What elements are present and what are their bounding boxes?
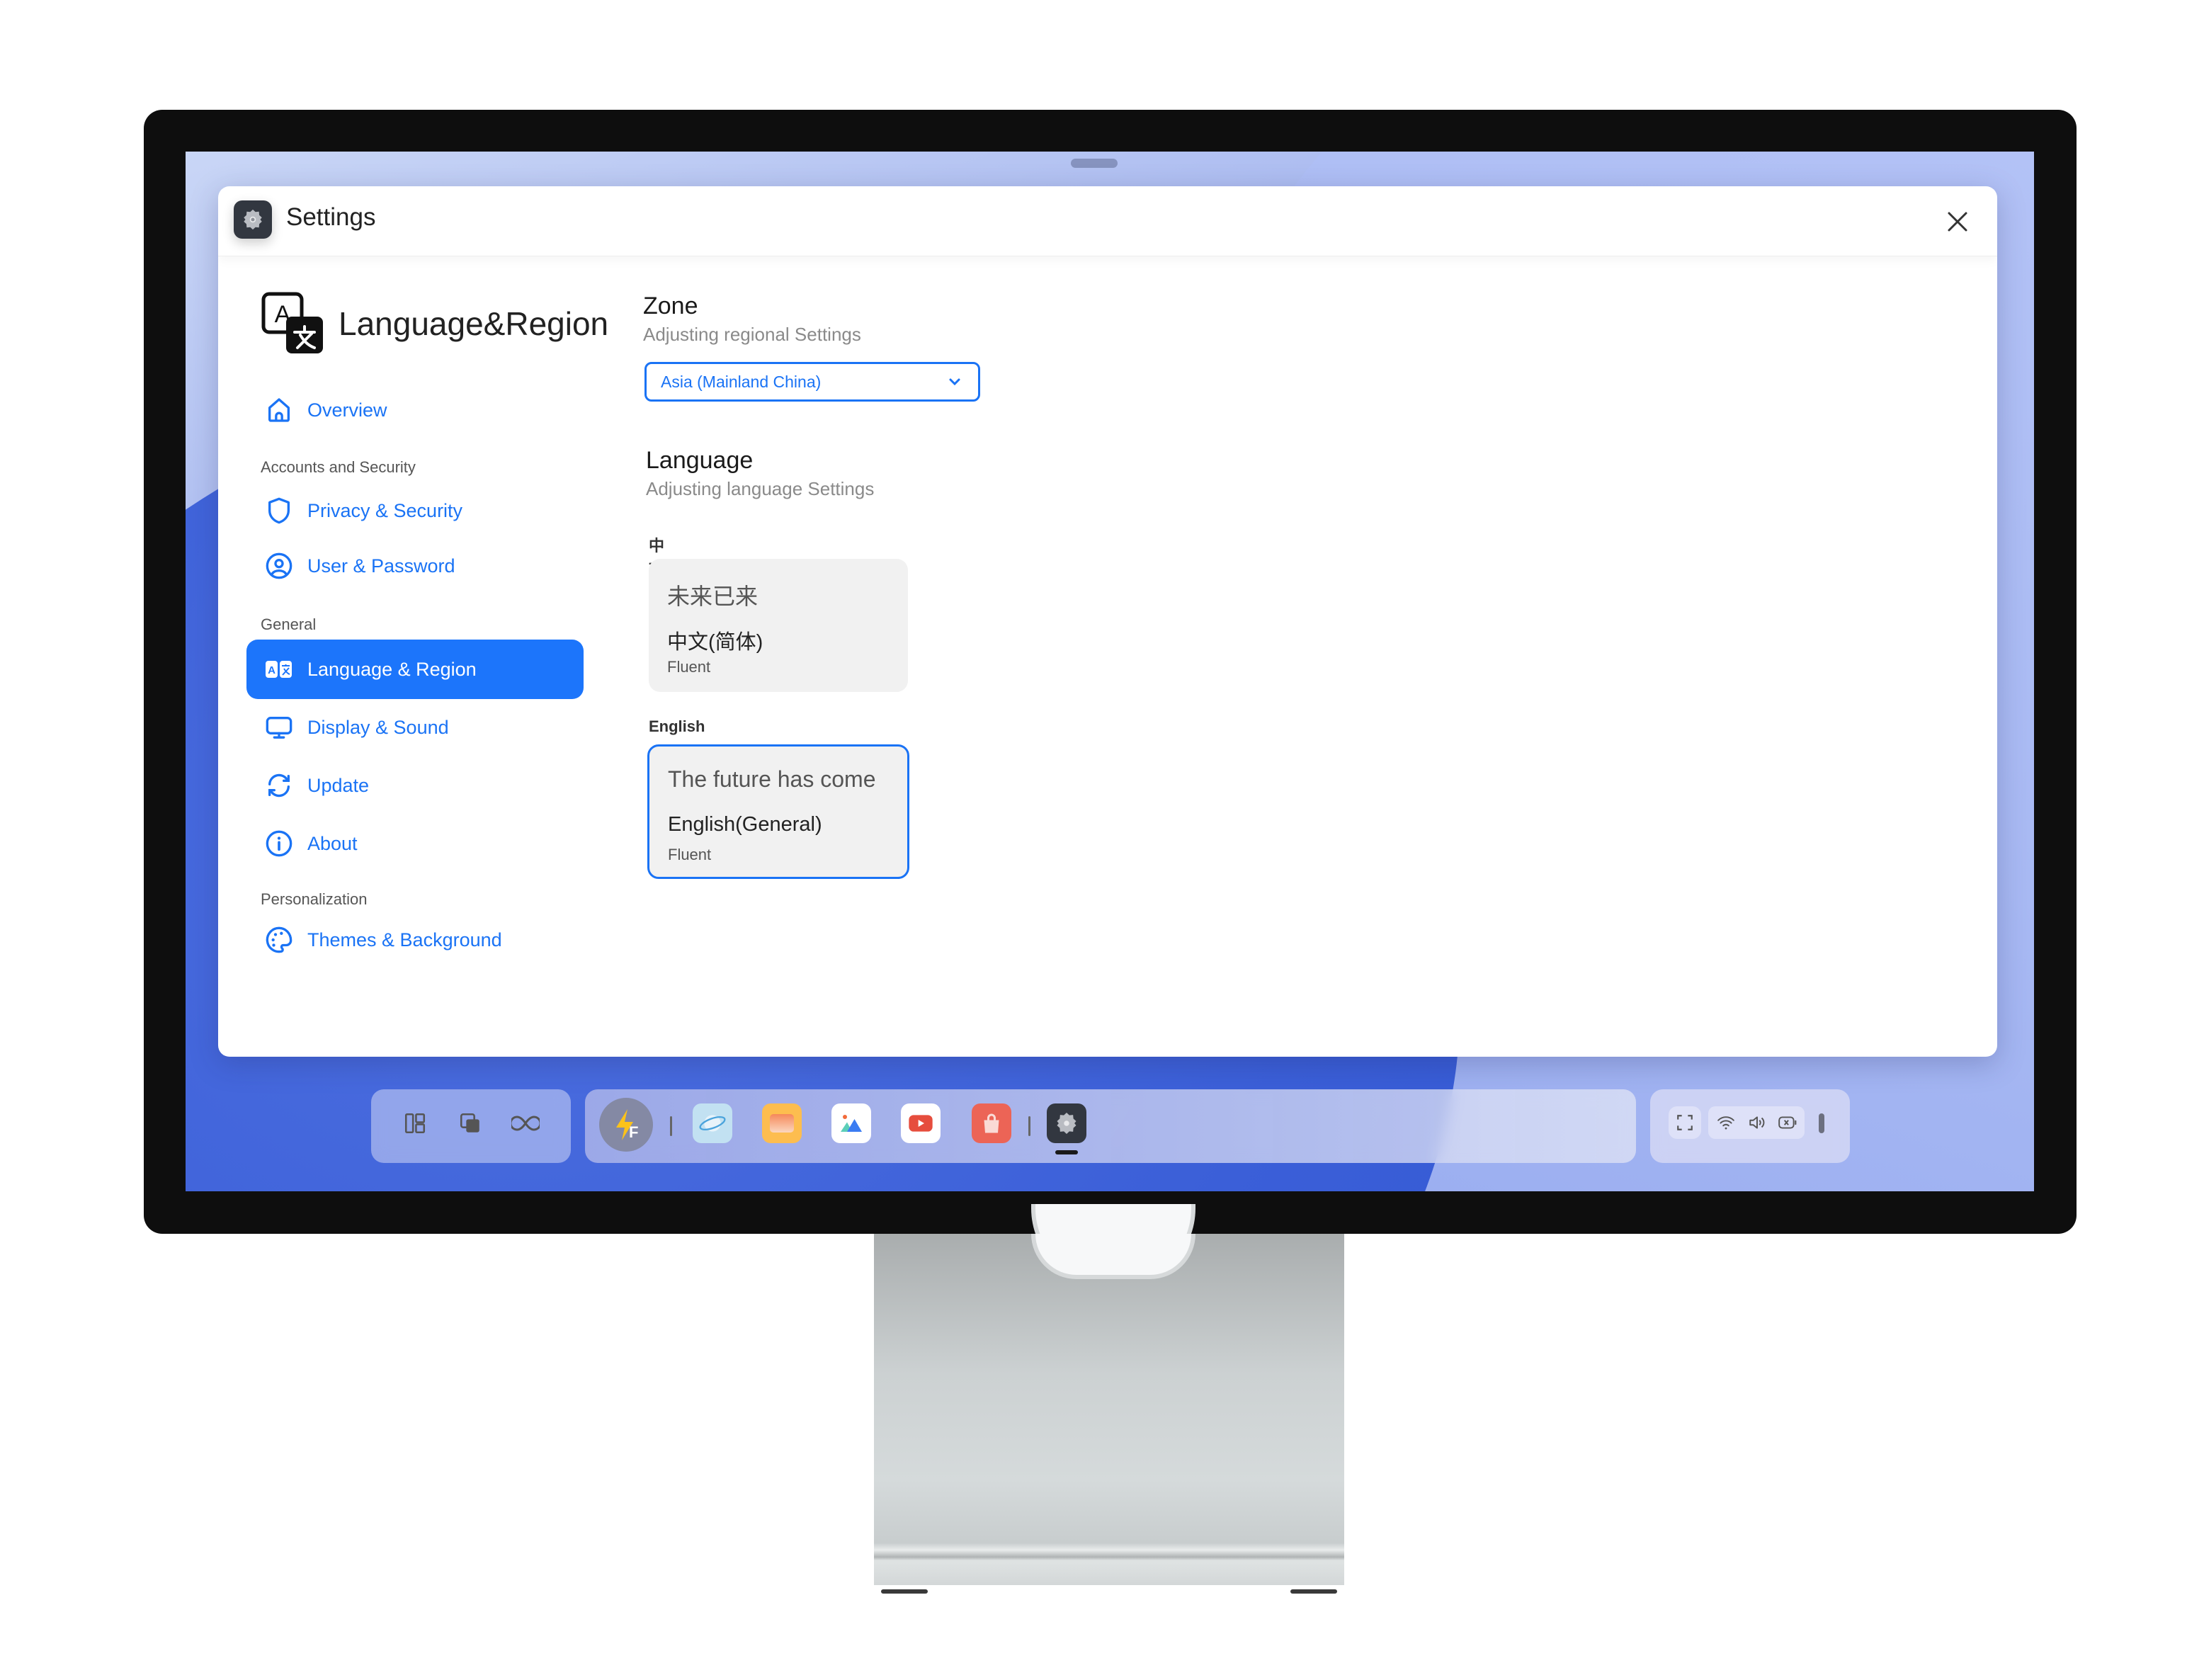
- page-title: Language&Region: [339, 305, 609, 342]
- scroll-handle[interactable]: [1819, 1113, 1824, 1133]
- language-title: Language: [646, 447, 754, 474]
- dock-left-group: [371, 1089, 571, 1163]
- sidebar-item-label: User & Password: [307, 555, 455, 577]
- sidebar-item-overview[interactable]: Overview: [246, 380, 584, 440]
- settings-icon[interactable]: [1047, 1103, 1086, 1143]
- window-title: Settings: [286, 203, 376, 231]
- zone-dropdown[interactable]: Asia (Mainland China): [644, 362, 980, 402]
- section-label-general: General: [261, 615, 317, 633]
- zone-title: Zone: [643, 293, 698, 319]
- sidebar-item-language-region[interactable]: A Language & Region: [246, 640, 584, 699]
- stand-hinge: [1031, 1234, 1195, 1279]
- svg-text:A: A: [268, 664, 275, 676]
- sidebar-item-display-sound[interactable]: Display & Sound: [246, 698, 584, 757]
- shield-icon: [263, 495, 295, 526]
- dock-system-tray: [1650, 1089, 1850, 1163]
- sidebar-item-label: Update: [307, 774, 370, 796]
- sidebar-item-user-password[interactable]: User & Password: [246, 536, 584, 596]
- language-level: Fluent: [667, 658, 711, 676]
- monitor-stand: [874, 1234, 1344, 1585]
- language-level: Fluent: [668, 846, 712, 863]
- sidebar-item-label: Overview: [307, 399, 387, 421]
- sidebar-item-label: About: [307, 832, 358, 854]
- store-icon[interactable]: [972, 1103, 1011, 1143]
- sidebar-item-label: Privacy & Security: [307, 499, 463, 521]
- translate-icon: A: [263, 654, 295, 685]
- dock-apps: F: [585, 1089, 1636, 1163]
- sidebar-item-themes-background[interactable]: Themes & Background: [246, 910, 584, 970]
- user-circle-icon: [263, 550, 295, 581]
- status-group[interactable]: [1708, 1106, 1805, 1139]
- close-icon: [1948, 212, 1967, 232]
- sidebar-item-label: Display & Sound: [307, 716, 449, 738]
- page-heading: A Language&Region: [261, 291, 608, 356]
- settings-window: Settings A Language&Region Overview Acco…: [218, 186, 1997, 1057]
- sidebar-item-update[interactable]: Update: [246, 756, 584, 815]
- zone-dropdown-value: Asia (Mainland China): [661, 372, 822, 391]
- wifi-icon: [1717, 1116, 1734, 1130]
- files-icon[interactable]: [762, 1103, 802, 1143]
- chevron-down-icon: [949, 378, 960, 386]
- language-card-chinese[interactable]: 未来已来 中文(简体) Fluent: [649, 559, 908, 692]
- info-icon: [263, 828, 295, 859]
- language-name: English(General): [668, 813, 822, 836]
- window-switch-icon[interactable]: [450, 1103, 490, 1143]
- layout-icon[interactable]: [395, 1103, 435, 1143]
- svg-text:F: F: [629, 1123, 638, 1141]
- dock-separator: [1028, 1116, 1030, 1136]
- battery-icon: [1778, 1116, 1797, 1129]
- palette-icon: [263, 924, 295, 955]
- sidebar: A Language&Region Overview Accounts and …: [218, 256, 629, 1057]
- language-sample: 未来已来: [667, 584, 759, 609]
- zone-subtitle: Adjusting regional Settings: [643, 324, 861, 345]
- translate-icon: A: [261, 292, 323, 353]
- language-subtitle: Adjusting language Settings: [646, 478, 875, 499]
- language-sample: The future has come: [668, 766, 876, 792]
- gallery-icon[interactable]: [831, 1103, 871, 1143]
- window-drag-handle[interactable]: [1071, 159, 1118, 168]
- section-label-accounts: Accounts and Security: [261, 458, 416, 476]
- infinity-icon[interactable]: [506, 1103, 545, 1143]
- language-card-english[interactable]: The future has come English(General) Flu…: [647, 744, 909, 879]
- browser-icon[interactable]: [693, 1103, 732, 1143]
- stand-foot-right: [1290, 1589, 1337, 1594]
- refresh-icon: [263, 770, 295, 801]
- sidebar-item-label: Language & Region: [307, 658, 477, 680]
- fullscreen-icon[interactable]: [1669, 1106, 1701, 1139]
- stand-foot-left: [881, 1589, 928, 1594]
- sidebar-item-privacy-security[interactable]: Privacy & Security: [246, 481, 584, 540]
- language-name: 中文(简体): [667, 631, 763, 654]
- video-icon[interactable]: [901, 1103, 941, 1143]
- flash-app-icon[interactable]: F: [599, 1098, 653, 1152]
- volume-icon: [1749, 1116, 1765, 1129]
- settings-app-icon: [234, 200, 272, 239]
- sidebar-item-label: Themes & Background: [307, 929, 502, 950]
- language-group-label: English: [649, 717, 705, 735]
- home-icon: [263, 395, 295, 426]
- section-label-personalization: Personalization: [261, 890, 368, 908]
- desktop-screen: Settings A Language&Region Overview Acco…: [186, 152, 2034, 1191]
- active-app-indicator: [1055, 1150, 1078, 1154]
- title-bar: Settings: [218, 186, 1997, 256]
- dock-separator: [670, 1116, 672, 1136]
- sidebar-item-about[interactable]: About: [246, 814, 584, 873]
- close-button[interactable]: [1943, 208, 1972, 236]
- monitor-icon: [263, 712, 295, 743]
